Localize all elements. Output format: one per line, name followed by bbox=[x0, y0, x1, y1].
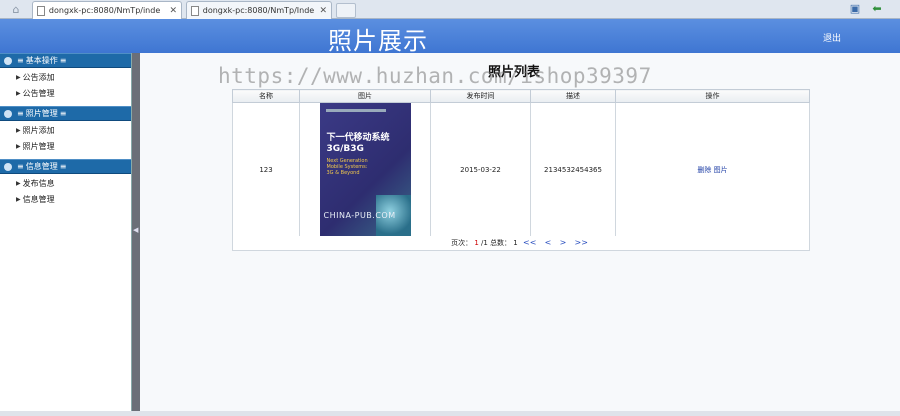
site-banner: 照片展示 退出 bbox=[0, 19, 900, 55]
sidebar-group-title: 基本操作 bbox=[25, 55, 58, 65]
cover-stripe bbox=[325, 109, 386, 112]
cell-image: 下一代移动系统 3G/B3G Next Generation Mobile Sy… bbox=[299, 102, 431, 237]
cover-title: 下一代移动系统 3G/B3G bbox=[327, 133, 390, 155]
menu-lines-icon: ≡ bbox=[17, 108, 24, 118]
circle-icon bbox=[4, 109, 12, 118]
sidebar-item-photo-manage[interactable]: ▶ 照片管理 bbox=[0, 139, 131, 155]
book-cover-image: 下一代移动系统 3G/B3G Next Generation Mobile Sy… bbox=[319, 103, 411, 236]
sidebar-item-info-manage[interactable]: ▶ 信息管理 bbox=[0, 192, 131, 208]
sidebar-item-label: 公告添加 bbox=[22, 73, 55, 82]
sidebar-group-items: ▶ 发布信息 ▶ 信息管理 bbox=[0, 174, 131, 212]
sidebar-item-label: 照片管理 bbox=[22, 142, 55, 151]
column-header-image: 图片 bbox=[299, 89, 431, 103]
delete-link[interactable]: 删除 bbox=[697, 166, 711, 174]
arrow-icon: ▶ bbox=[16, 196, 21, 203]
browser-tab-title: dongxk-pc:8080/NmTp/inde bbox=[48, 6, 161, 15]
menu-lines-icon: ≡ bbox=[17, 55, 24, 65]
sidebar-group-photos[interactable]: ≡ 照片管理 ≡ bbox=[0, 106, 131, 121]
pager-next-button[interactable]: > bbox=[560, 238, 567, 247]
sidebar-item-photo-add[interactable]: ▶ 照片添加 bbox=[0, 123, 131, 139]
menu-lines-icon: ≡ bbox=[59, 108, 67, 118]
pager-total-pages: /1 bbox=[481, 239, 488, 247]
watermark: https://www.huzhan.com/ishop39397 bbox=[218, 64, 652, 88]
cover-title-line: 3G/B3G bbox=[326, 144, 364, 154]
cover-subtitle-line: 3G & Beyond bbox=[326, 170, 360, 176]
sidebar: ≡ 基本操作 ≡ ▶ 公告添加 ▶ 公告管理 ≡ 照片管理 ≡ ▶ 照片添加 ▶ 照片管… bbox=[0, 53, 132, 411]
arrow-icon: ▶ bbox=[16, 180, 21, 187]
back-arrow-icon[interactable]: ⬅ bbox=[870, 2, 884, 16]
table-header-row: 名称 图片 发布时间 描述 操作 bbox=[232, 89, 810, 103]
sidebar-item-label: 信息管理 bbox=[22, 195, 55, 204]
photo-table: 名称 图片 发布时间 描述 操作 123 下一代移动系统 3G/B3G Next… bbox=[232, 89, 810, 237]
new-tab-button[interactable] bbox=[336, 3, 356, 18]
sidebar-item-info-publish[interactable]: ▶ 发布信息 bbox=[0, 176, 131, 192]
sidebar-item-label: 发布信息 bbox=[22, 179, 55, 188]
sidebar-item-label: 公告管理 bbox=[22, 89, 55, 98]
pagination: 页次： 1 /1 总数： 1 << < > >> bbox=[232, 236, 810, 251]
sidebar-group-title: 信息管理 bbox=[25, 161, 58, 171]
logout-link[interactable]: 退出 bbox=[823, 31, 841, 44]
cell-name: 123 bbox=[232, 102, 300, 237]
site-title: 照片展示 bbox=[328, 27, 428, 55]
pager-total-label: 总数： bbox=[490, 239, 512, 247]
document-icon bbox=[191, 5, 199, 16]
pager-current-page: 1 bbox=[474, 239, 479, 247]
cell-actions: 删除 图片 bbox=[615, 102, 810, 237]
status-bar bbox=[0, 411, 900, 416]
browser-tab-title: dongxk-pc:8080/NmTp/Inde bbox=[202, 6, 315, 15]
cover-subtitle: Next Generation Mobile Systems: 3G & Bey… bbox=[327, 158, 368, 176]
collapse-arrow-icon[interactable]: ◀ bbox=[133, 226, 138, 234]
column-header-description: 描述 bbox=[530, 89, 616, 103]
sidebar-item-notice-manage[interactable]: ▶ 公告管理 bbox=[0, 86, 131, 102]
page-icon[interactable]: ▣ bbox=[848, 2, 862, 16]
cell-description: 2134532454365 bbox=[530, 102, 616, 237]
browser-tab-1[interactable]: dongxk-pc:8080/NmTp/inde ✕ bbox=[32, 1, 182, 19]
browser-tab-strip: ⌂ dongxk-pc:8080/NmTp/inde ✕ dongxk-pc:8… bbox=[0, 0, 900, 19]
column-header-date: 发布时间 bbox=[430, 89, 531, 103]
column-header-name: 名称 bbox=[232, 89, 300, 103]
sidebar-splitter[interactable]: ◀ bbox=[132, 53, 140, 411]
circle-icon bbox=[4, 162, 12, 171]
main-content: 照片列表 https://www.huzhan.com/ishop39397 名… bbox=[140, 53, 900, 411]
pager-total-count: 1 bbox=[513, 239, 518, 247]
cell-date: 2015-03-22 bbox=[430, 102, 531, 237]
cover-title-line: 下一代移动系统 bbox=[326, 133, 390, 143]
arrow-icon: ▶ bbox=[16, 127, 21, 134]
image-link[interactable]: 图片 bbox=[714, 166, 728, 174]
table-row: 123 下一代移动系统 3G/B3G Next Generation Mobil… bbox=[232, 102, 810, 237]
sidebar-item-label: 照片添加 bbox=[22, 126, 55, 135]
arrow-icon: ▶ bbox=[16, 143, 21, 150]
sidebar-group-items: ▶ 公告添加 ▶ 公告管理 bbox=[0, 68, 131, 106]
menu-lines-icon: ≡ bbox=[59, 55, 67, 65]
sidebar-item-notice-add[interactable]: ▶ 公告添加 bbox=[0, 70, 131, 86]
home-icon[interactable]: ⌂ bbox=[6, 3, 26, 17]
sidebar-group-info[interactable]: ≡ 信息管理 ≡ bbox=[0, 159, 131, 174]
close-icon[interactable]: ✕ bbox=[319, 6, 327, 16]
close-icon[interactable]: ✕ bbox=[169, 6, 177, 16]
browser-tab-2[interactable]: dongxk-pc:8080/NmTp/Inde ✕ bbox=[186, 1, 332, 19]
pager-prev-button[interactable]: < bbox=[545, 238, 552, 247]
column-header-actions: 操作 bbox=[615, 89, 810, 103]
arrow-icon: ▶ bbox=[16, 90, 21, 97]
pager-first-button[interactable]: << bbox=[523, 238, 536, 247]
cover-brand: CHINA-PUB.COM bbox=[323, 211, 396, 220]
document-icon bbox=[37, 5, 45, 16]
sidebar-group-title: 照片管理 bbox=[25, 108, 58, 118]
menu-lines-icon: ≡ bbox=[17, 161, 24, 171]
sidebar-group-items: ▶ 照片添加 ▶ 照片管理 bbox=[0, 121, 131, 159]
menu-lines-icon: ≡ bbox=[59, 161, 67, 171]
sidebar-group-basic[interactable]: ≡ 基本操作 ≡ bbox=[0, 53, 131, 68]
pager-last-button[interactable]: >> bbox=[575, 238, 588, 247]
circle-icon bbox=[4, 56, 12, 65]
pager-page-label: 页次： bbox=[451, 239, 473, 247]
arrow-icon: ▶ bbox=[16, 74, 21, 81]
